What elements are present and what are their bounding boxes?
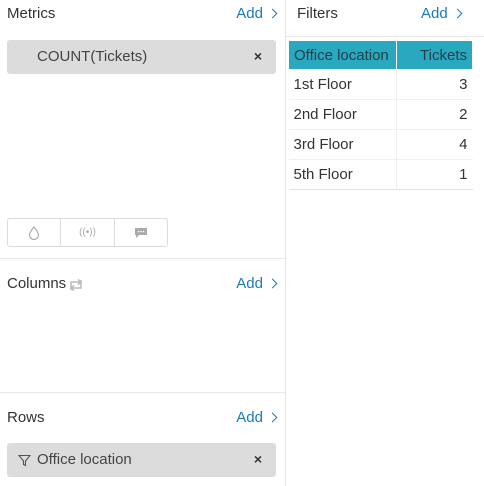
results-panel: Filters Add Office location Tickets 1st … [286,0,484,486]
rows-add-label: Add [236,409,263,426]
comment-icon [134,227,147,238]
pivot-table: Office location Tickets 1st Floor 3 2nd … [288,40,473,190]
chevron-right-icon [267,412,278,423]
metrics-title: Metrics [7,5,56,22]
divider [286,36,484,37]
rows-title: Rows [7,409,45,426]
table-row: 1st Floor 3 [288,69,473,100]
broadcast-button[interactable]: ((•)) [61,219,115,246]
filters-add-button[interactable]: Add [421,5,463,22]
column-header-office-location[interactable]: Office location [288,40,397,70]
table-cell-office: 1st Floor [288,69,397,100]
metrics-add-button[interactable]: Add [236,5,278,22]
close-icon[interactable]: × [254,451,262,467]
columns-title: Columns [7,275,67,292]
comment-button[interactable] [115,219,167,246]
chevron-right-icon [452,8,463,19]
divider [0,258,285,259]
rows-add-button[interactable]: Add [236,409,278,426]
row-pill[interactable]: Office location × [7,443,276,477]
filter-icon[interactable] [18,454,31,467]
table-row: 2nd Floor 2 [288,99,473,130]
table-header-row: Office location Tickets [288,40,473,70]
chevron-right-icon [267,278,278,289]
table-cell-tickets: 1 [396,159,473,190]
droplet-button[interactable] [8,219,62,246]
broadcast-icon: ((•)) [79,227,96,238]
column-header-tickets[interactable]: Tickets [396,40,473,70]
config-panel: Metrics Add COUNT(Tickets) × ((•)) Colum… [0,0,285,486]
divider [0,392,285,393]
columns-header: Columns Add [0,270,285,300]
swap-icon[interactable] [67,277,85,293]
table-cell-office: 5th Floor [288,159,397,190]
table-cell-office: 2nd Floor [288,99,397,130]
filters-add-label: Add [421,5,448,22]
columns-add-button[interactable]: Add [236,275,278,292]
table-cell-office: 3rd Floor [288,129,397,160]
close-icon[interactable]: × [254,48,262,64]
table-row: 3rd Floor 4 [288,129,473,160]
viz-options: ((•)) [7,218,168,247]
rows-header: Rows Add [0,404,285,434]
columns-add-label: Add [236,275,263,292]
filters-title: Filters [297,5,338,22]
table-cell-tickets: 2 [396,99,473,130]
chevron-right-icon [267,8,278,19]
table-cell-tickets: 4 [396,129,473,160]
droplet-icon [29,225,40,240]
table-cell-tickets: 3 [396,69,473,100]
row-pill-label: Office location [37,451,132,468]
metric-pill[interactable]: COUNT(Tickets) × [7,40,276,74]
metrics-header: Metrics Add [0,0,285,30]
metric-pill-label: COUNT(Tickets) [37,48,148,65]
metrics-add-label: Add [236,5,263,22]
table-row: 5th Floor 1 [288,159,473,190]
